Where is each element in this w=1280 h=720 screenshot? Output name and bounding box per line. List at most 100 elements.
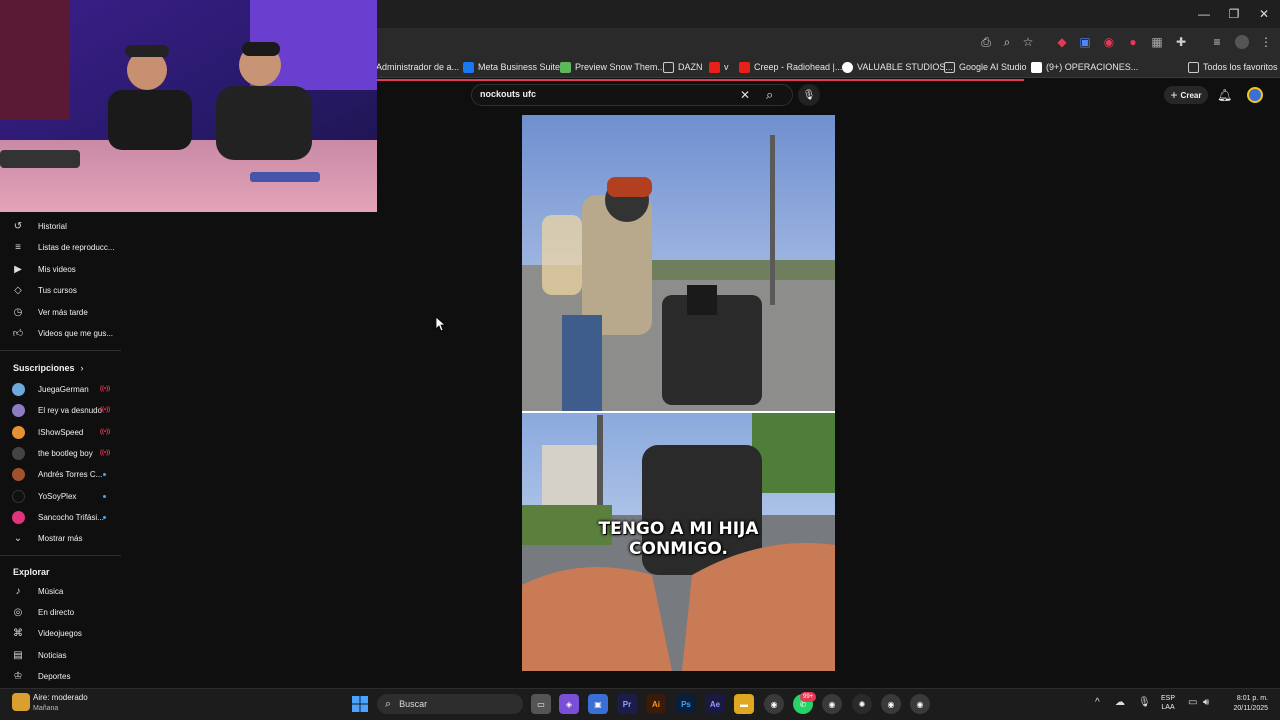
bookmark-item[interactable]: Google AI Studio <box>944 58 1027 76</box>
search-input[interactable]: nockouts ufc <box>480 89 536 99</box>
chrome-profile-icon[interactable]: ◉ <box>822 694 842 714</box>
record-icon[interactable]: ● <box>1125 34 1141 50</box>
network-icon[interactable]: ▭ <box>1188 697 1197 708</box>
bookmark-item[interactable]: Preview Snow Them... <box>560 58 665 76</box>
premiere-icon[interactable]: Pr <box>617 694 637 714</box>
illustrator-icon[interactable]: Ai <box>646 694 666 714</box>
history-icon: ↺ <box>13 220 23 232</box>
channel-avatar <box>12 382 25 396</box>
language-indicator[interactable]: ESP LAA <box>1161 694 1175 712</box>
install-icon[interactable]: ⎙ <box>978 34 994 50</box>
notifications-bell-icon[interactable]: 🔔︎ <box>1217 88 1232 102</box>
sidebar-item-news[interactable]: ▤ Noticias <box>0 645 121 665</box>
zoom-icon[interactable]: ⌕ <box>999 34 1015 50</box>
windows-taskbar <box>0 688 1280 720</box>
subscription-item[interactable]: IShowSpeed ((•)) <box>0 422 121 442</box>
search-icon[interactable]: ⌕ <box>766 87 773 103</box>
weather-subtitle: Mañana <box>33 705 59 712</box>
extension-red-icon[interactable]: ◆ <box>1054 34 1070 50</box>
sidebar-item-courses[interactable]: ◇ Tus cursos <box>0 280 121 300</box>
new-content-dot <box>103 472 106 476</box>
mouse-cursor-icon <box>435 316 447 336</box>
create-button[interactable]: + Crear <box>1164 86 1208 104</box>
bookmark-item[interactable]: Administrador de a... <box>376 58 459 76</box>
music-icon: ♪ <box>15 585 21 597</box>
after-effects-icon[interactable]: Ae <box>705 694 725 714</box>
chrome-profile-icon[interactable]: ◉ <box>881 694 901 714</box>
show-more-button[interactable]: ⌄ Mostrar más <box>0 528 121 548</box>
onedrive-icon[interactable]: ☁ <box>1115 697 1125 708</box>
close-window-icon[interactable]: ✕ <box>1248 0 1280 28</box>
clear-search-icon[interactable]: ✕ <box>740 88 750 102</box>
sidebar-item-gaming[interactable]: ⌘ Videojuegos <box>0 623 121 643</box>
valuable-icon <box>842 61 853 73</box>
extensions-puzzle-icon[interactable]: ✚ <box>1173 34 1189 50</box>
translate-icon[interactable]: ▣ <box>1077 34 1093 50</box>
microphone-tray-icon[interactable]: 🎙︎ <box>1138 697 1151 708</box>
store-icon[interactable]: ▣ <box>588 694 608 714</box>
subscription-item[interactable]: the bootleg boy ((•)) <box>0 443 121 463</box>
video-caption: TENGO A MI HIJA CONMIGO. <box>598 519 759 559</box>
sidebar-item-liked[interactable]: 👍︎ Videos que me gus... <box>0 323 121 343</box>
task-view-icon[interactable]: ▭ <box>531 694 551 714</box>
subscription-item[interactable]: YoSoyPlex <box>0 486 121 506</box>
media-control-icon[interactable]: ≡ <box>1209 34 1225 50</box>
microphone-icon[interactable]: 🎙︎ <box>798 84 820 106</box>
volume-icon[interactable]: 🔊︎ <box>1203 697 1209 708</box>
taskbar-search[interactable]: ⌕ Buscar <box>377 694 523 714</box>
sidebar-divider <box>0 350 121 351</box>
bookmark-item[interactable]: (9+) OPERACIONES... <box>1031 58 1138 76</box>
sidebar-item-playlists[interactable]: ≡ Listas de reproducc... <box>0 237 121 257</box>
restore-icon[interactable]: ❐ <box>1218 0 1250 28</box>
courses-icon: ◇ <box>14 284 22 296</box>
chrome-icon[interactable]: ◉ <box>764 694 784 714</box>
bookmark-item[interactable]: VALUABLE STUDIOS... <box>842 58 953 76</box>
bookmark-item[interactable]: v <box>709 58 729 76</box>
weather-icon[interactable] <box>12 693 30 711</box>
bookmark-item[interactable]: DAZN <box>663 58 703 76</box>
ai-studio-icon <box>944 61 955 73</box>
all-bookmarks[interactable]: Todos los favoritos <box>1188 58 1278 76</box>
subscription-item[interactable]: JuegaGerman ((•)) <box>0 379 121 399</box>
channel-avatar <box>12 510 25 524</box>
youtube-icon <box>739 61 750 73</box>
sidebar-item-watch-later[interactable]: ◷ Ver más tarde <box>0 302 121 322</box>
weather-title[interactable]: Aire: moderado <box>33 693 88 702</box>
sidebar-item-history[interactable]: ↺ Historial <box>0 216 121 236</box>
bookmark-item[interactable]: Creep - Radiohead |... <box>739 58 842 76</box>
webcam-image <box>0 0 377 212</box>
live-indicator-icon: ((•)) <box>100 429 111 435</box>
openai-icon[interactable]: ✺ <box>852 694 872 714</box>
sidebar-item-live[interactable]: ◎ En directo <box>0 602 121 622</box>
subscriptions-header[interactable]: Suscripciones › <box>13 363 84 373</box>
account-avatar[interactable] <box>1247 87 1263 103</box>
sidebar-item-sports[interactable]: ♔ Deportes <box>0 666 121 686</box>
copilot-icon[interactable]: ◈ <box>559 694 579 714</box>
sidebar-item-my-videos[interactable]: ▶ Mis videos <box>0 259 121 279</box>
windows-start-icon[interactable] <box>352 696 368 712</box>
chevron-right-icon: › <box>80 363 84 373</box>
watch-later-icon: ◷ <box>13 306 23 318</box>
photoshop-icon[interactable]: Ps <box>676 694 696 714</box>
extension-opera-icon[interactable]: ◉ <box>1101 34 1117 50</box>
profile-avatar-icon[interactable] <box>1235 35 1249 49</box>
subscription-item[interactable]: Andrés Torres C... <box>0 464 121 484</box>
subscription-item[interactable]: Sancocho Trifási... <box>0 507 121 527</box>
minimize-icon[interactable]: — <box>1188 0 1220 28</box>
browser-menu-icon[interactable]: ⋮ <box>1258 34 1274 50</box>
channel-avatar <box>12 467 25 481</box>
shorts-video-player[interactable]: TENGO A MI HIJA CONMIGO. <box>522 115 835 671</box>
bookmark-item[interactable]: Meta Business Suite <box>463 58 560 76</box>
bookmark-star-icon[interactable]: ☆ <box>1020 34 1036 50</box>
chevron-down-icon: ⌄ <box>13 532 23 544</box>
file-explorer-icon[interactable]: ▬ <box>734 694 754 714</box>
tray-chevron-up-icon[interactable]: ^ <box>1095 697 1100 708</box>
extension-box-icon[interactable]: ▦ <box>1149 34 1165 50</box>
live-icon: ◎ <box>13 606 23 618</box>
sports-icon: ♔ <box>13 670 23 682</box>
plus-icon: + <box>1170 88 1178 102</box>
clock[interactable]: 8:01 p. m. 20/11/2025 <box>1224 694 1268 714</box>
subscription-item[interactable]: El rey va desnudo ((•)) <box>0 400 121 420</box>
chrome-profile-icon[interactable]: ◉ <box>910 694 930 714</box>
sidebar-item-music[interactable]: ♪ Música <box>0 581 121 601</box>
